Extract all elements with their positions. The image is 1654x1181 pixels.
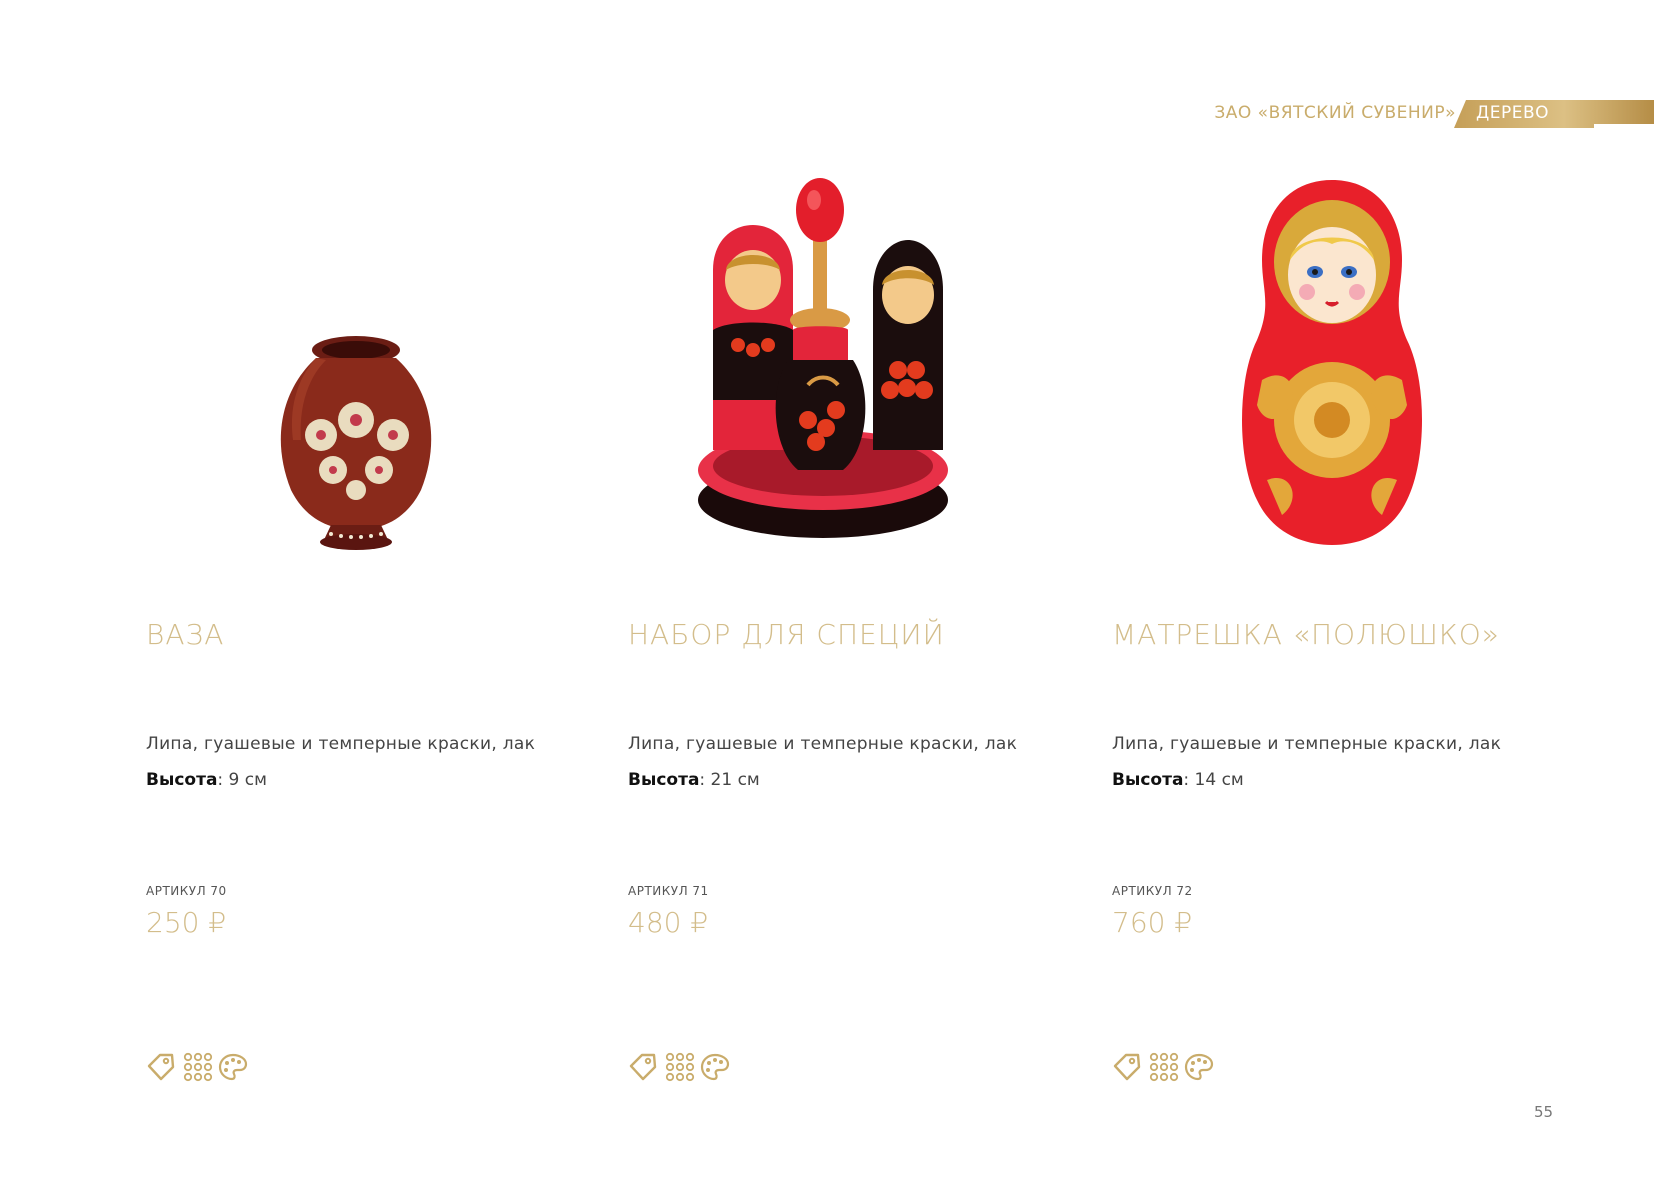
product-height: Высота: 21 см <box>628 770 760 790</box>
product-title: ВАЗА <box>146 618 225 651</box>
grid-icon <box>1149 1052 1179 1082</box>
product-price: 760 ₽ <box>1112 906 1193 939</box>
product-height: Высота: 14 см <box>1112 770 1244 790</box>
matryoshka-illustration <box>1242 180 1422 545</box>
tag-icon <box>1113 1053 1141 1081</box>
product-material: Липа, гуашевые и темперные краски, лак <box>146 734 536 754</box>
product-image-matryoshka <box>1112 160 1532 570</box>
product-title: НАБОР ДЛЯ СПЕЦИЙ <box>628 618 945 651</box>
vase-illustration <box>280 336 432 550</box>
product-feature-icons <box>1112 1052 1222 1082</box>
palette-icon <box>218 1053 248 1081</box>
product-sku: АРТИКУЛ 71 <box>628 884 709 898</box>
product-price: 480 ₽ <box>628 906 709 939</box>
product-sku: АРТИКУЛ 70 <box>146 884 227 898</box>
product-card-spice-set: НАБОР ДЛЯ СПЕЦИЙ Липа, гуашевые и темпер… <box>628 160 1048 1100</box>
product-price: 250 ₽ <box>146 906 227 939</box>
grid-icon <box>665 1052 695 1082</box>
product-card-vase: ВАЗА Липа, гуашевые и темперные краски, … <box>146 160 566 1100</box>
palette-icon <box>1184 1053 1214 1081</box>
company-name: ЗАО «ВЯТСКИЙ СУВЕНИР» <box>1214 103 1456 123</box>
product-title: МАТРЕШКА «ПОЛЮШКО» <box>1112 618 1500 651</box>
tag-icon <box>629 1053 657 1081</box>
product-image-vase <box>146 160 566 570</box>
product-sku: АРТИКУЛ 72 <box>1112 884 1193 898</box>
page-number: 55 <box>1534 1103 1554 1121</box>
category-band: ДЕРЕВО <box>1454 100 1654 128</box>
product-material: Липа, гуашевые и темперные краски, лак <box>1112 734 1502 754</box>
height-value: : 14 см <box>1183 770 1244 790</box>
product-height: Высота: 9 см <box>146 770 267 790</box>
tag-icon <box>147 1053 175 1081</box>
height-value: : 21 см <box>699 770 760 790</box>
category-label: ДЕРЕВО <box>1476 103 1550 123</box>
height-label: Высота <box>146 770 218 790</box>
product-feature-icons <box>146 1052 256 1082</box>
grid-icon <box>183 1052 213 1082</box>
height-label: Высота <box>1112 770 1184 790</box>
height-value: : 9 см <box>217 770 267 790</box>
product-card-matryoshka: МАТРЕШКА «ПОЛЮШКО» Липа, гуашевые и темп… <box>1112 160 1532 1100</box>
product-material: Липа, гуашевые и темперные краски, лак <box>628 734 1018 754</box>
product-feature-icons <box>628 1052 738 1082</box>
page-header: ЗАО «ВЯТСКИЙ СУВЕНИР» ДЕРЕВО <box>1214 100 1654 128</box>
product-image-spice-set <box>628 160 1048 570</box>
height-label: Высота <box>628 770 700 790</box>
palette-icon <box>700 1053 730 1081</box>
spice-set-illustration <box>698 178 948 538</box>
